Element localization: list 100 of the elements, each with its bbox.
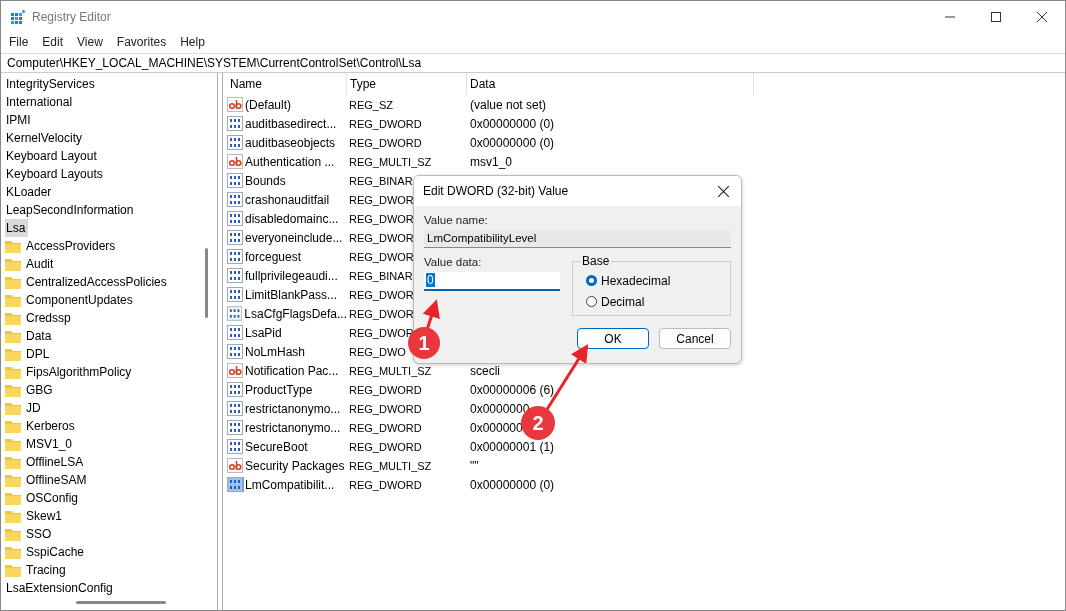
tree-item[interactable]: Keyboard Layout <box>5 147 217 165</box>
table-cell: REG_BINAR <box>349 174 413 187</box>
menu-item[interactable]: Edit <box>42 35 64 49</box>
table-cell: REG_DWOR <box>349 250 414 263</box>
menu-item[interactable]: View <box>77 35 103 49</box>
folder-icon <box>5 491 21 505</box>
scrollbar-thumb[interactable] <box>205 248 208 318</box>
tree-item[interactable]: OSConfig <box>26 491 79 505</box>
table-cell: 0x00000006 (6) <box>470 382 555 397</box>
tree-item[interactable]: AccessProviders <box>26 239 116 253</box>
value-name[interactable]: ProductType <box>245 382 313 397</box>
registry-icon <box>10 9 26 25</box>
folder-icon <box>5 365 21 379</box>
table-cell: REG_DWORD <box>349 136 422 149</box>
menu-item[interactable]: Help <box>180 35 205 49</box>
tree-item[interactable]: KLoader <box>5 183 217 201</box>
tree-item[interactable]: LsaExtensionConfig <box>5 579 217 597</box>
maximize-icon[interactable] <box>991 12 1001 22</box>
column-header[interactable]: Type <box>347 73 467 95</box>
table-cell: 0x00000001 (1) <box>470 439 555 454</box>
tree-item[interactable]: Tracing <box>26 563 66 577</box>
tree-item[interactable]: JD <box>26 401 41 415</box>
tree-item[interactable]: International <box>5 93 217 111</box>
tree-item[interactable]: LeapSecondInformation <box>5 201 217 219</box>
folder-icon <box>5 293 21 307</box>
tree-item[interactable]: DPL <box>26 347 50 361</box>
table-cell: REG_DWORD <box>349 440 422 453</box>
folder-icon <box>5 239 21 253</box>
tree-item[interactable]: MSV1_0 <box>26 437 73 451</box>
value-name[interactable]: Authentication ... <box>245 154 335 169</box>
tree-item[interactable]: KernelVelocity <box>5 129 217 147</box>
value-name[interactable]: disabledomainc... <box>245 211 339 226</box>
folder-icon <box>5 473 21 487</box>
value-name[interactable]: fullprivilegeaudi... <box>245 268 338 283</box>
menu-item[interactable]: File <box>9 35 29 49</box>
tree-item[interactable]: Keyboard Layouts <box>5 165 217 183</box>
tree-item[interactable]: Credssp <box>26 311 71 325</box>
radio-button[interactable] <box>586 296 597 307</box>
tree-item[interactable]: GBG <box>26 383 53 397</box>
column-header[interactable]: Data <box>467 73 754 95</box>
tree-item[interactable]: FipsAlgorithmPolicy <box>26 365 132 379</box>
scrollbar-thumb[interactable] <box>76 601 166 604</box>
cancel-button[interactable]: Cancel <box>659 328 731 349</box>
value-name[interactable]: auditbaseobjects <box>245 135 336 150</box>
tree-item[interactable]: Lsa <box>5 219 29 237</box>
table-cell: REG_MULTI_SZ <box>349 459 432 472</box>
tree-item[interactable]: OfflineLSA <box>26 455 84 469</box>
menu-item[interactable]: Favorites <box>116 35 167 49</box>
column-header[interactable]: Name <box>227 73 347 95</box>
tree-item[interactable]: ComponentUpdates <box>26 293 133 307</box>
value-name[interactable]: LsaCfgFlagsDefa... <box>244 306 347 321</box>
value-name[interactable]: (Default) <box>245 97 291 112</box>
table-cell: 0x000000 <box>470 420 523 435</box>
value-name[interactable]: LimitBlankPass... <box>245 287 338 302</box>
address-bar[interactable]: Computer\HKEY_LOCAL_MACHINE\SYSTEM\CurrentControlSet\Control\Lsa <box>1 53 1065 73</box>
value-name[interactable]: LsaPid <box>245 325 282 340</box>
tree-item[interactable]: OfflineSAM <box>26 473 87 487</box>
folder-icon <box>5 437 21 451</box>
table-cell: REG_DWOR <box>349 288 414 301</box>
tree-item[interactable]: SSO <box>26 527 52 541</box>
ok-button[interactable]: OK <box>577 328 649 349</box>
value-data-field[interactable]: 0 <box>424 272 560 291</box>
radio-button[interactable] <box>586 275 597 286</box>
tree-item[interactable]: Data <box>26 329 52 343</box>
value-name[interactable]: Bounds <box>245 173 286 188</box>
value-name[interactable]: Security Packages <box>245 458 345 473</box>
tree-item[interactable]: IntegrityServices <box>5 75 217 93</box>
tree-item[interactable]: Skew1 <box>26 509 63 523</box>
table-cell: REG_DWO <box>349 345 406 358</box>
tree-item[interactable]: Kerberos <box>26 419 75 433</box>
close-icon[interactable] <box>1037 12 1047 22</box>
folder-icon <box>5 509 21 523</box>
table-cell: REG_DWORD <box>349 421 422 434</box>
table-cell: REG_DWOR <box>349 231 414 244</box>
tree-item[interactable]: IPMI <box>5 111 217 129</box>
table-cell: (value not set) <box>470 97 547 112</box>
tree-item[interactable]: CentralizedAccessPolicies <box>26 275 167 289</box>
folder-icon <box>5 419 21 433</box>
value-name[interactable]: everyoneinclude... <box>245 230 343 245</box>
tree-item[interactable]: SspiCache <box>26 545 85 559</box>
folder-icon <box>5 311 21 325</box>
value-name[interactable]: NoLmHash <box>245 344 306 359</box>
folder-icon <box>5 329 21 343</box>
folder-icon <box>5 563 21 577</box>
value-name[interactable]: Notification Pac... <box>245 363 339 378</box>
value-name[interactable]: SecureBoot <box>245 439 308 454</box>
value-name[interactable]: restrictanonymo... <box>245 420 341 435</box>
value-name[interactable]: auditbasedirect... <box>245 116 337 131</box>
table-cell: msv1_0 <box>470 154 513 169</box>
radio-label[interactable]: Hexadecimal <box>601 273 671 288</box>
value-name[interactable]: restrictanonymo... <box>245 401 341 416</box>
value-name[interactable]: forceguest <box>245 249 302 264</box>
tree-item[interactable]: Audit <box>26 257 54 271</box>
radio-label[interactable]: Decimal <box>601 294 645 309</box>
value-name[interactable]: LmCompatibilit... <box>245 477 335 492</box>
value-name[interactable]: crashonauditfail <box>245 192 330 207</box>
table-cell: REG_MULTI_SZ <box>349 364 432 377</box>
field-label: Value data: <box>424 256 483 268</box>
close-icon[interactable] <box>718 185 729 197</box>
folder-icon <box>5 401 21 415</box>
